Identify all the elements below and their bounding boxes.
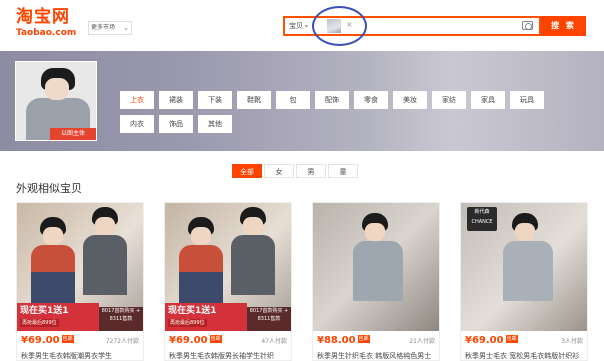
taobao-logo-en[interactable]: Taobao.com — [16, 28, 76, 38]
price-value: ¥69.00 — [21, 335, 60, 346]
category-tag[interactable]: 包 — [276, 91, 310, 109]
product-price: ¥69.00 包邮 — [169, 335, 222, 347]
product-image[interactable]: 新代森 CHANCE — [461, 203, 587, 331]
product-title[interactable]: 秋季男生毛衣韩版潮男衣学生 — [21, 351, 141, 361]
chevron-down-icon: ⌄ — [123, 24, 129, 32]
price-value: ¥69.00 — [465, 335, 504, 346]
promo-banner: 现在买1送1 再抢最后899位 — [165, 303, 247, 331]
more-markets-dropdown[interactable]: 更多市场 ⌄ — [88, 21, 132, 35]
chevron-down-icon: ▾ — [305, 23, 309, 30]
category-tag[interactable]: 美妆 — [393, 91, 427, 109]
sold-count: 3人付款 — [561, 338, 583, 345]
product-image[interactable]: 现在买1送1 再抢最后899位 8017首款购买 + 8311售款 — [165, 203, 291, 331]
category-tag[interactable]: 饰品 — [159, 115, 193, 133]
taobao-logo[interactable]: 淘宝网 — [16, 8, 70, 26]
product-card[interactable]: 现在买1送1 再抢最后899位 8017首款购买 + 8311售款 ¥69.00… — [164, 202, 292, 361]
promo-banner: 现在买1送1 再抢最后899位 — [17, 303, 99, 331]
category-tag[interactable]: 玩具 — [510, 91, 544, 109]
product-title[interactable]: 秋季男士毛衣 宽松男毛衣韩版针织衫 — [465, 351, 585, 361]
product-card[interactable]: 现在买1送1 再抢最后899位 8017首款购买 + 8311售款 ¥69.00… — [16, 202, 144, 361]
highlight-circle-annotation — [312, 6, 367, 46]
category-tag[interactable]: 零食 — [354, 91, 388, 109]
search-button[interactable]: 搜 索 — [541, 16, 586, 36]
promo-side-text: 8017首款购买 + 8311售款 — [99, 307, 143, 331]
filter-tab-male[interactable]: 男 — [296, 164, 326, 178]
gender-filter-tabs: 全部 女 男 童 — [232, 164, 358, 178]
product-price: ¥69.00 包邮 — [465, 335, 518, 347]
category-tag[interactable]: 上衣 — [120, 91, 154, 109]
price-value: ¥69.00 — [169, 335, 208, 346]
sold-count: 21人付款 — [409, 338, 435, 345]
category-tag[interactable]: 配饰 — [315, 91, 349, 109]
product-price: ¥69.00 包邮 — [21, 335, 74, 347]
camera-icon[interactable] — [522, 21, 533, 30]
product-card[interactable]: 新代森 CHANCE ¥69.00 包邮 3人付款 秋季男士毛衣 宽松男毛衣韩版针… — [460, 202, 588, 361]
price-value: ¥88.00 — [317, 335, 356, 346]
section-title: 外观相似宝贝 — [16, 182, 82, 195]
product-title[interactable]: 秋季男生毛衣韩版男长袖学生针织 — [169, 351, 289, 361]
top-header: 淘宝网 Taobao.com 更多市场 ⌄ 宝贝 ▾ × 搜 索 — [0, 0, 604, 48]
category-tag[interactable]: 其他 — [198, 115, 232, 133]
category-tag[interactable]: 家具 — [471, 91, 505, 109]
filter-tab-female[interactable]: 女 — [264, 164, 294, 178]
search-type-select[interactable]: 宝贝 ▾ — [289, 20, 308, 33]
promo-main-text: 现在买1送1 — [168, 306, 217, 316]
discount-tag-icon: 包邮 — [505, 335, 518, 343]
category-tag[interactable]: 鞋靴 — [237, 91, 271, 109]
promo-sub-text: 再抢最后899位 — [168, 319, 207, 327]
product-card[interactable]: ¥88.00 包邮 21人付款 秋季男生针织毛衣 韩版风格纯色男士 — [312, 202, 440, 361]
filter-tab-child[interactable]: 童 — [328, 164, 358, 178]
promo-sub-text: 再抢最后899位 — [20, 319, 59, 327]
category-tag[interactable]: 家纺 — [432, 91, 466, 109]
image-subject-tag[interactable]: 以图主体 — [50, 128, 96, 140]
filter-tab-all[interactable]: 全部 — [232, 164, 262, 178]
product-title[interactable]: 秋季男生针织毛衣 韩版风格纯色男士 — [317, 351, 437, 361]
sold-count: 7272人付款 — [105, 338, 139, 345]
search-type-label: 宝贝 — [289, 22, 303, 30]
promo-side-text: 8017首款购买 + 8311售款 — [247, 307, 291, 331]
brand-badge: 新代森 CHANCE — [467, 207, 497, 231]
discount-tag-icon: 包邮 — [61, 335, 74, 343]
category-tag[interactable]: 下装 — [198, 91, 232, 109]
product-image[interactable]: 现在买1送1 再抢最后899位 8017首款购买 + 8311售款 — [17, 203, 143, 331]
product-image[interactable] — [313, 203, 439, 331]
hero-figure-face — [45, 78, 69, 100]
product-price: ¥88.00 包邮 — [317, 335, 370, 347]
more-markets-label: 更多市场 — [91, 24, 116, 31]
discount-tag-icon: 包邮 — [209, 335, 222, 343]
category-tag[interactable]: 裙装 — [159, 91, 193, 109]
promo-main-text: 现在买1送1 — [20, 306, 69, 316]
sold-count: 47人付款 — [261, 338, 287, 345]
category-tag[interactable]: 内衣 — [120, 115, 154, 133]
discount-tag-icon: 包邮 — [357, 335, 370, 343]
